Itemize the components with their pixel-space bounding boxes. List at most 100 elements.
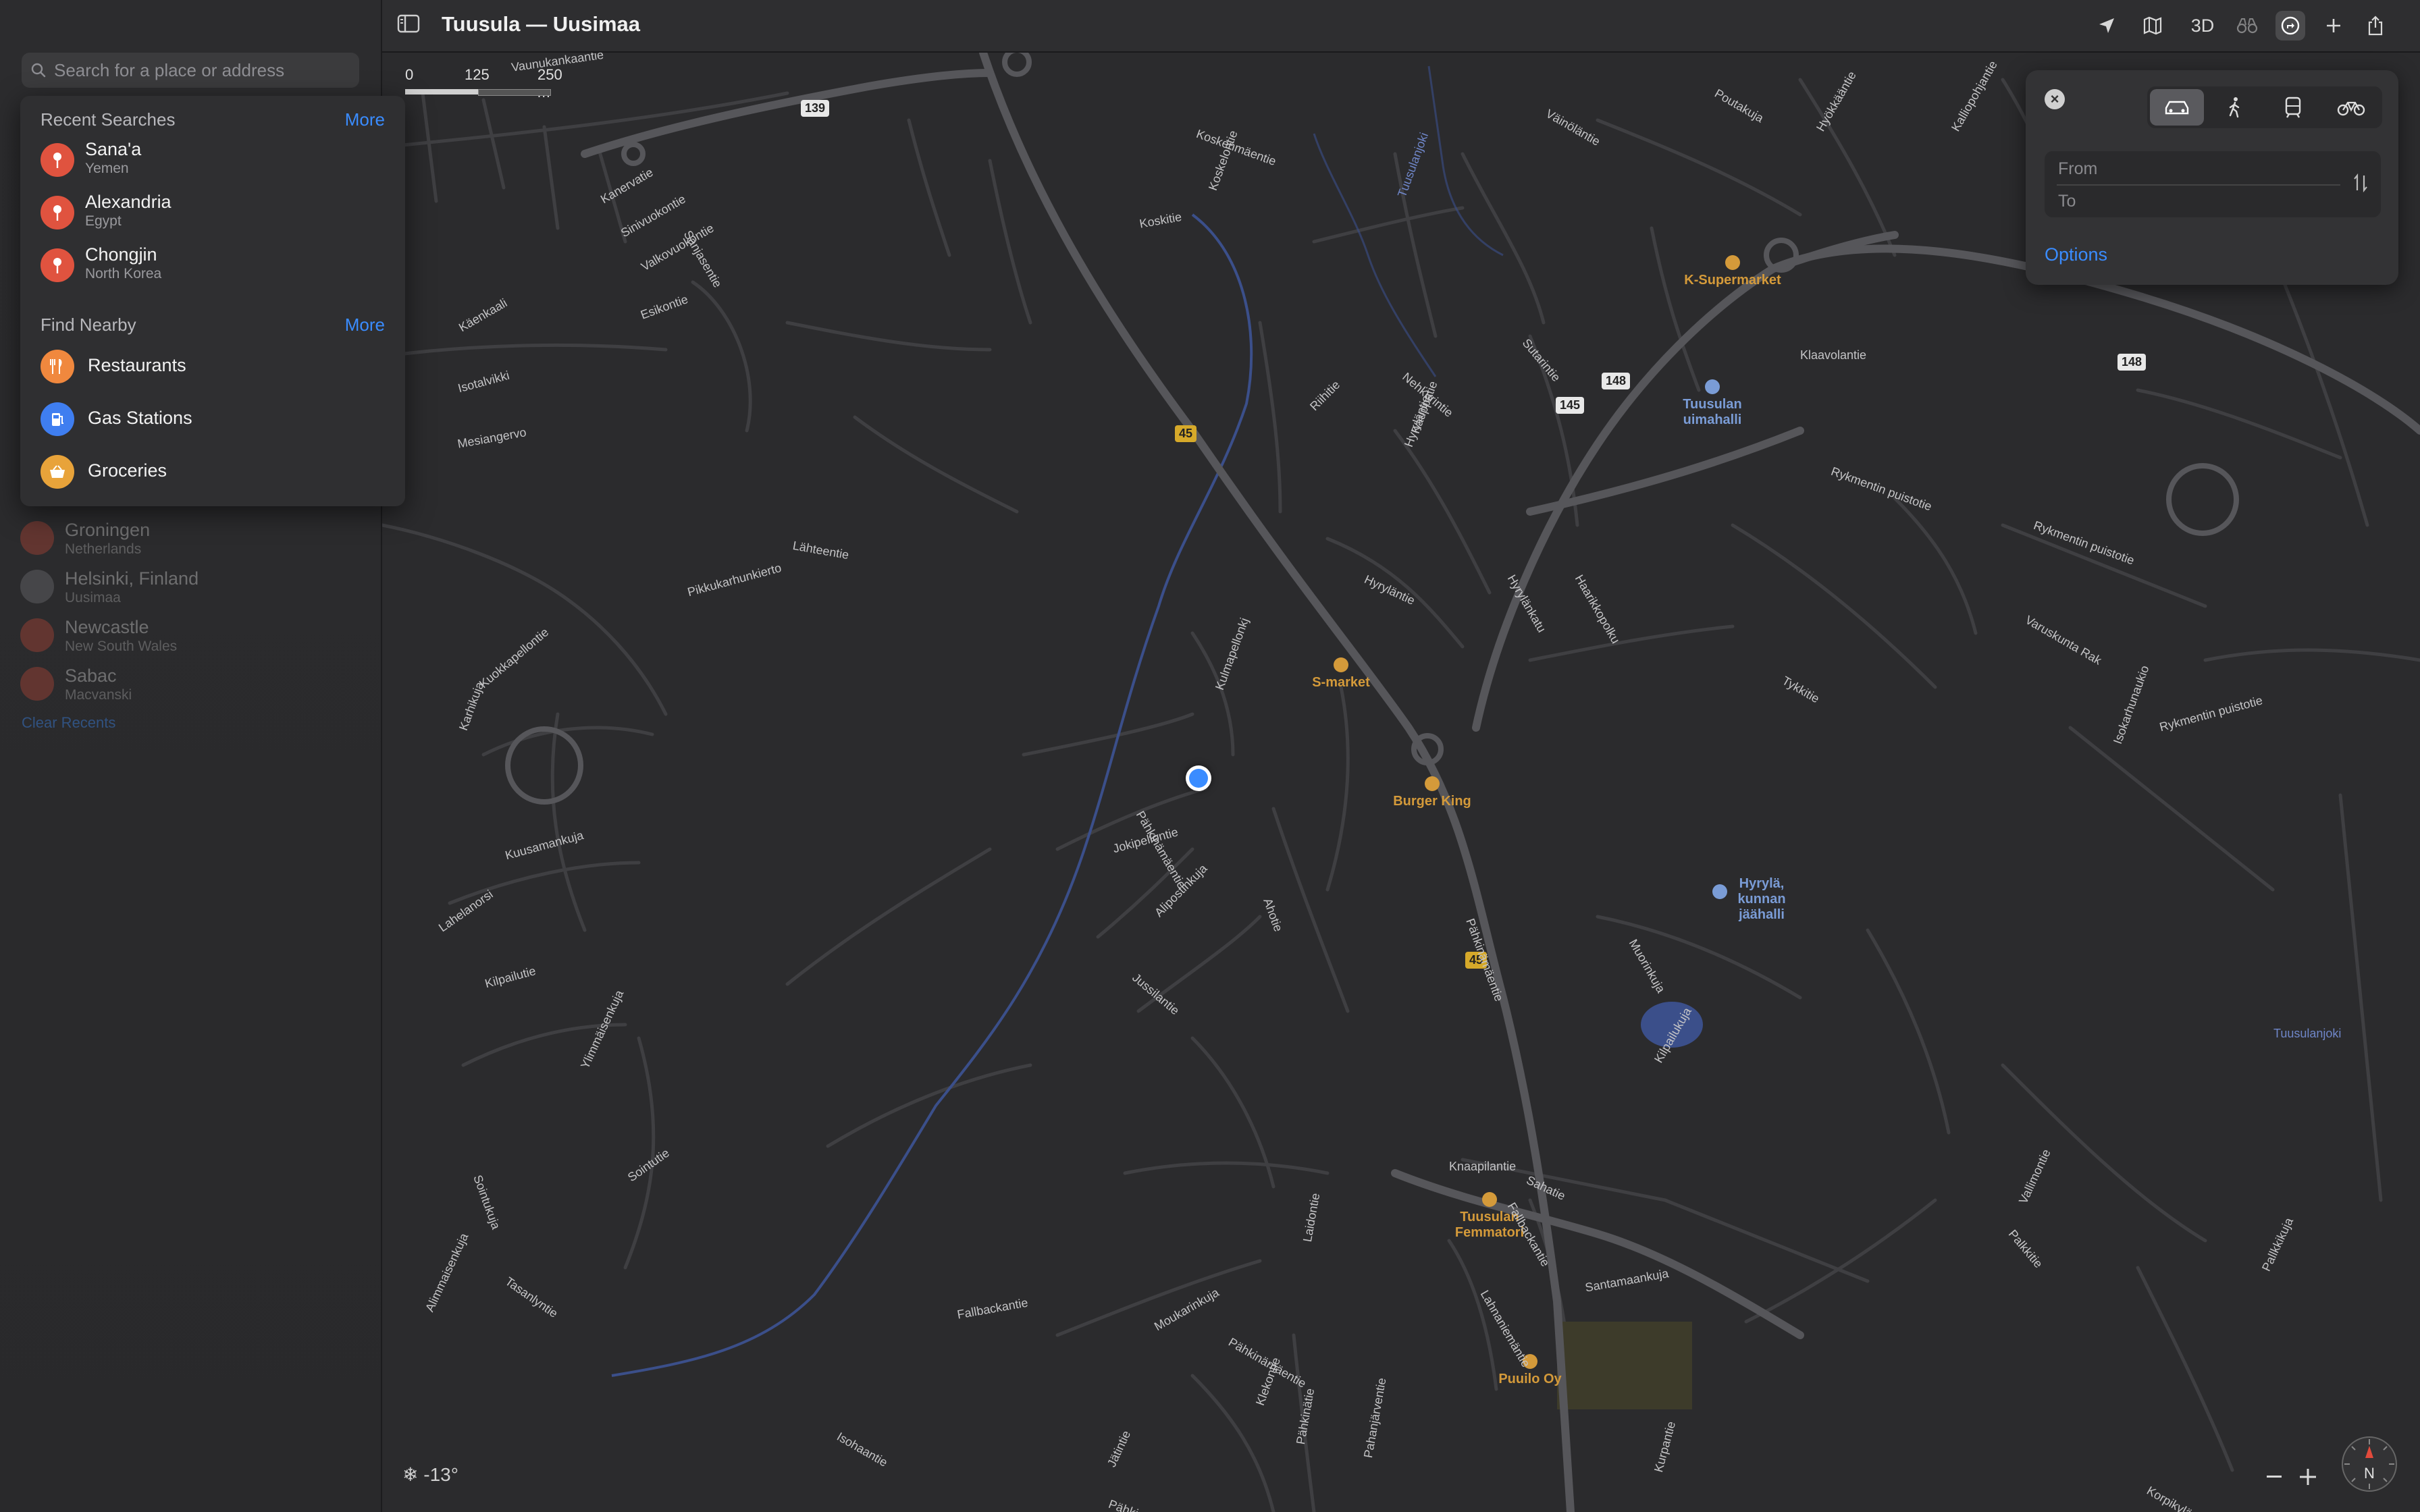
- cart-icon: [1725, 255, 1740, 270]
- recent-search-title: Chongjin: [85, 244, 157, 265]
- list-item-subtitle: Uusimaa: [65, 590, 121, 605]
- list-item[interactable]: Helsinki, Finland Uusimaa: [20, 567, 358, 613]
- options-button[interactable]: Options: [2045, 244, 2107, 265]
- compass-north-label: N: [2364, 1465, 2375, 1482]
- walk-icon[interactable]: [2208, 89, 2262, 126]
- skate-icon: [1712, 884, 1727, 899]
- find-nearby-more-button[interactable]: More: [345, 315, 385, 335]
- cart-icon: [1334, 657, 1348, 672]
- fork-knife-icon: [1425, 776, 1440, 791]
- scale-label: 125: [465, 66, 490, 83]
- scale-bar-filled: [405, 89, 478, 94]
- fork-knife-icon: [41, 350, 74, 383]
- pin-icon: [41, 248, 74, 282]
- scale-label: 0: [405, 66, 414, 83]
- poi-label: K-Supermarket: [1684, 273, 1781, 288]
- search-field[interactable]: [22, 53, 359, 88]
- scale-bar-empty: [478, 89, 551, 96]
- list-item-title: Newcastle: [65, 617, 149, 637]
- list-item-title: Groningen: [65, 520, 151, 540]
- list-item-subtitle: New South Wales: [65, 639, 178, 654]
- recent-searches-more-button[interactable]: More: [345, 109, 385, 130]
- map-mode-icon[interactable]: [2138, 11, 2167, 40]
- zoom-in-button[interactable]: [2293, 1462, 2323, 1492]
- list-item-title: Helsinki, Finland: [65, 568, 199, 589]
- route-shield: 148: [2118, 354, 2147, 371]
- share-icon[interactable]: [2361, 11, 2390, 40]
- pin-icon: [20, 521, 54, 555]
- sidebar-toggle-icon[interactable]: [397, 14, 420, 37]
- list-item-subtitle: Netherlands: [65, 541, 142, 557]
- poi-label: Tuusulan uimahalli: [1683, 397, 1742, 427]
- basket-icon: [41, 455, 74, 489]
- recent-search-title: Sana'a: [85, 139, 142, 159]
- search-suggestions-popover: Recent Searches More Sana'a Yemen Alexan…: [20, 96, 405, 506]
- recent-search-subtitle: Egypt: [85, 213, 122, 229]
- transit-icon[interactable]: [2266, 89, 2320, 126]
- temperature-label: -13°: [423, 1464, 458, 1485]
- location-arrow-icon[interactable]: [2092, 11, 2122, 40]
- search-icon: [20, 570, 54, 603]
- binoculars-icon[interactable]: [2232, 11, 2262, 40]
- poi-s-market[interactable]: S-market: [1294, 657, 1388, 691]
- list-item[interactable]: Newcastle New South Wales: [20, 616, 358, 662]
- snowflake-icon: ❄: [402, 1464, 419, 1485]
- street-label: Klaavolantie: [1800, 348, 1867, 362]
- recent-search-subtitle: Yemen: [85, 161, 129, 176]
- nearby-label: Groceries: [88, 460, 167, 481]
- poi-burger-king[interactable]: Burger King: [1382, 776, 1483, 809]
- pin-icon: [41, 143, 74, 177]
- swimmer-icon: [1705, 379, 1720, 394]
- from-field[interactable]: [2057, 157, 2330, 181]
- poi-label: S-market: [1312, 675, 1370, 690]
- recent-search-title: Alexandria: [85, 192, 172, 212]
- divider: [2057, 184, 2340, 186]
- to-field[interactable]: [2057, 189, 2330, 213]
- car-icon[interactable]: [2150, 89, 2204, 126]
- search-icon: [31, 63, 46, 78]
- poi-k-supermarket[interactable]: K-Supermarket: [1672, 255, 1793, 288]
- street-label: Knaapilantie: [1449, 1160, 1517, 1173]
- fuel-pump-icon: [41, 402, 74, 436]
- window-title: Tuusula — Uusimaa: [442, 12, 640, 36]
- close-icon[interactable]: ×: [2045, 89, 2065, 109]
- pin-icon: [20, 618, 54, 652]
- search-input[interactable]: [53, 59, 339, 82]
- recent-search-subtitle: North Korea: [85, 266, 162, 281]
- add-icon[interactable]: [2319, 11, 2348, 40]
- nearby-label: Gas Stations: [88, 408, 192, 428]
- route-shield: 139: [801, 100, 830, 117]
- route-fields: [2045, 151, 2381, 217]
- nearby-label: Restaurants: [88, 355, 186, 375]
- route-shield: 45: [1175, 425, 1197, 442]
- swap-icon[interactable]: [2352, 173, 2369, 196]
- compass[interactable]: N: [2339, 1434, 2400, 1494]
- clear-recents-button[interactable]: Clear Recents: [22, 714, 115, 732]
- find-nearby-header: Find Nearby: [41, 315, 136, 335]
- street-label: Tuusulanjoki: [2273, 1027, 2342, 1040]
- list-item[interactable]: Sabac Macvanski: [20, 664, 358, 710]
- scale-label: 250 m: [537, 66, 562, 101]
- route-shield: 148: [1602, 373, 1631, 389]
- directions-icon[interactable]: [2276, 11, 2305, 40]
- pin-icon: [41, 196, 74, 230]
- poi-tuusulan-uimahalli[interactable]: Tuusulan uimahalli: [1665, 379, 1760, 428]
- list-item[interactable]: Groningen Netherlands: [20, 518, 358, 564]
- transport-mode-selector: [2147, 86, 2382, 128]
- zoom-out-button[interactable]: [2259, 1462, 2289, 1492]
- weather-widget: ❄ -13°: [402, 1463, 458, 1486]
- pin-icon: [20, 667, 54, 701]
- shop-icon: [1482, 1192, 1497, 1207]
- user-location-dot[interactable]: [1186, 765, 1211, 791]
- 3d-toggle[interactable]: 3D: [2182, 11, 2223, 40]
- list-item-subtitle: Macvanski: [65, 687, 132, 703]
- toolbar: Tuusula — Uusimaa 3D: [382, 0, 2420, 53]
- route-shield: 145: [1556, 397, 1585, 414]
- recent-searches-header: Recent Searches: [41, 109, 176, 130]
- directions-panel: × Options: [2026, 70, 2398, 285]
- list-item-title: Sabac: [65, 666, 117, 686]
- poi-label: Burger King: [1393, 794, 1471, 809]
- poi-label: Hyrylä, kunnan jäähalli: [1737, 876, 1786, 922]
- bike-icon[interactable]: [2324, 89, 2378, 126]
- poi-label: Puuilo Oy: [1498, 1372, 1562, 1386]
